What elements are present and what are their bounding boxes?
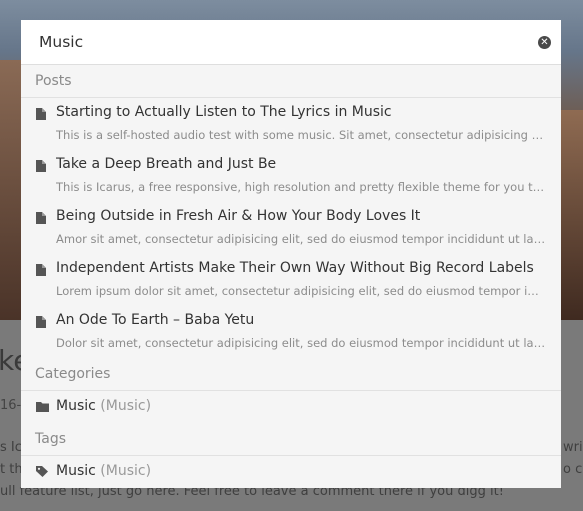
posts-section-heading: Posts — [21, 65, 561, 98]
tag-count: (Music) — [100, 463, 152, 479]
category-name: Music — [56, 398, 96, 414]
folder-icon — [36, 402, 49, 412]
post-result[interactable]: Starting to Actually Listen to The Lyric… — [21, 98, 561, 150]
tag-icon — [36, 466, 48, 477]
post-result[interactable]: Take a Deep Breath and Just Be This is I… — [21, 150, 561, 202]
document-icon — [36, 160, 46, 172]
search-input[interactable] — [39, 29, 519, 55]
tag-result[interactable]: Music (Music) — [21, 456, 561, 488]
category-result-label: Music (Music) — [56, 398, 151, 414]
category-count: (Music) — [100, 398, 152, 414]
post-result-title: Independent Artists Make Their Own Way W… — [56, 260, 534, 276]
background-post-date: 16- — [0, 398, 22, 413]
close-circle-icon[interactable]: ✕ — [538, 36, 551, 49]
background-text-line: o c — [563, 462, 583, 477]
post-result-title: An Ode To Earth – Baba Yetu — [56, 312, 255, 328]
post-result[interactable]: Being Outside in Fresh Air & How Your Bo… — [21, 202, 561, 254]
tag-result-label: Music (Music) — [56, 463, 151, 479]
background-text-line: s Ic — [0, 440, 22, 455]
post-result-title: Being Outside in Fresh Air & How Your Bo… — [56, 208, 421, 224]
background-text-line: writ — [563, 440, 583, 455]
document-icon — [36, 316, 46, 328]
post-result-excerpt: Lorem ipsum dolor sit amet, consectetur … — [56, 284, 546, 298]
search-modal: ✕ Posts Starting to Actually Listen to T… — [21, 20, 561, 488]
post-result-excerpt: Amor sit amet, consectetur adipisicing e… — [56, 232, 546, 246]
post-result-title: Starting to Actually Listen to The Lyric… — [56, 104, 392, 120]
tags-section-heading: Tags — [21, 423, 561, 456]
document-icon — [36, 212, 46, 224]
post-result[interactable]: An Ode To Earth – Baba Yetu Dolor sit am… — [21, 306, 561, 358]
post-result-excerpt: This is a self-hosted audio test with so… — [56, 128, 546, 142]
post-result-excerpt: Dolor sit amet, consectetur adipisicing … — [56, 336, 546, 350]
post-result[interactable]: Independent Artists Make Their Own Way W… — [21, 254, 561, 306]
background-text-line: t th — [0, 462, 23, 477]
post-result-title: Take a Deep Breath and Just Be — [56, 156, 277, 172]
document-icon — [36, 108, 46, 120]
tag-name: Music — [56, 463, 96, 479]
search-bar: ✕ — [21, 20, 561, 65]
category-result[interactable]: Music (Music) — [21, 391, 561, 423]
document-icon — [36, 264, 46, 276]
categories-section-heading: Categories — [21, 358, 561, 391]
post-result-excerpt: This is Icarus, a free responsive, high … — [56, 180, 546, 194]
